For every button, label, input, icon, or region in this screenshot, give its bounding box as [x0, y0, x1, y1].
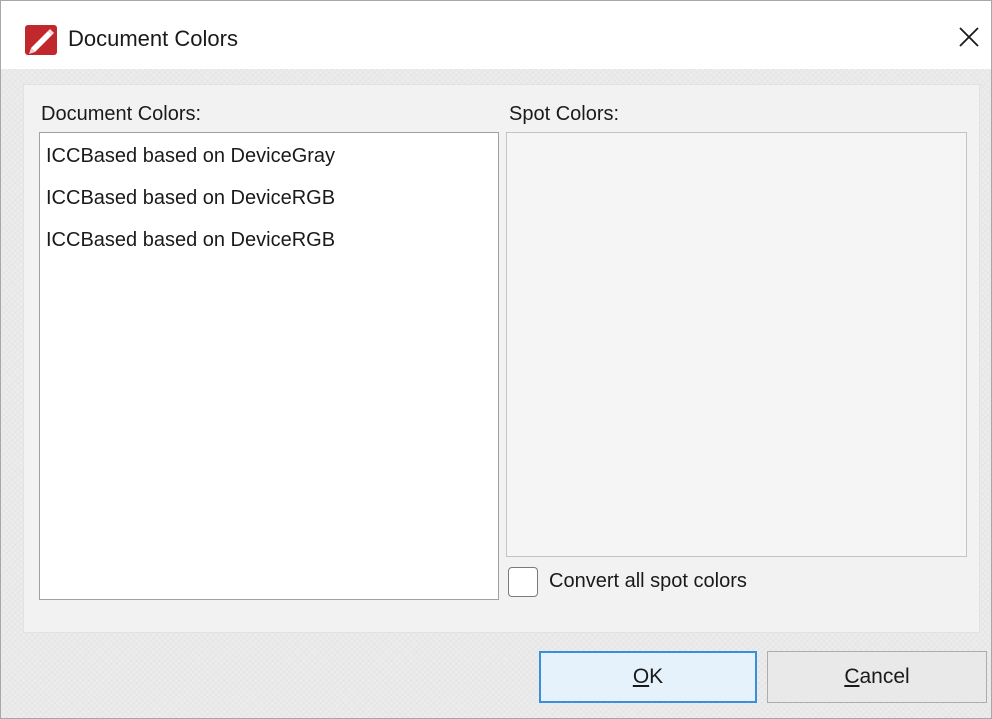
spot-colors-label: Spot Colors: [509, 103, 620, 125]
list-item[interactable]: ICCBased based on DeviceRGB [46, 227, 335, 253]
close-icon [959, 27, 979, 47]
convert-spot-colors-label[interactable]: Convert all spot colors [549, 568, 747, 594]
pdf-editor-app-icon [25, 25, 57, 55]
spot-colors-list[interactable] [506, 132, 967, 557]
dialog-title: Document Colors [68, 26, 238, 51]
list-item[interactable]: ICCBased based on DeviceRGB [46, 185, 335, 211]
list-item[interactable]: ICCBased based on DeviceGray [46, 143, 335, 169]
document-colors-list[interactable]: ICCBased based on DeviceGray ICCBased ba… [39, 132, 499, 600]
ok-button[interactable]: OK [539, 651, 757, 703]
document-colors-label: Document Colors: [41, 103, 202, 125]
ok-button-label: OK [632, 665, 664, 688]
close-button[interactable] [947, 15, 991, 59]
cancel-button-label: Cancel [844, 665, 910, 688]
convert-spot-colors-checkbox[interactable] [508, 567, 538, 597]
document-colors-dialog: Document Colors Document Colors: ICCBase… [0, 0, 992, 719]
title-bar[interactable]: Document Colors [1, 1, 991, 69]
cancel-button[interactable]: Cancel [767, 651, 987, 703]
